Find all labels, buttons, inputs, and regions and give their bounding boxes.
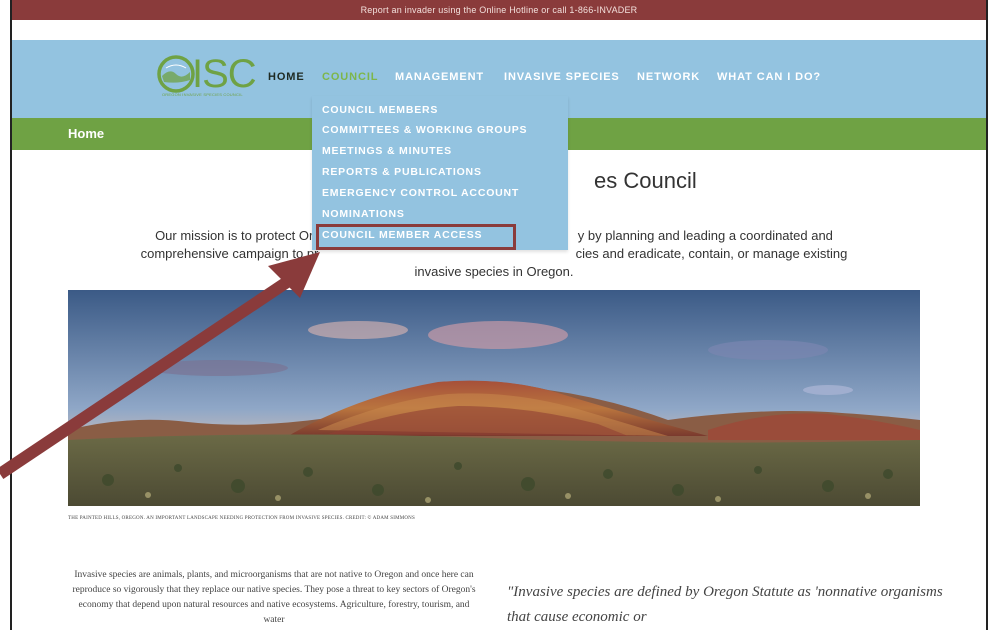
dropdown-item-committees[interactable]: COMMITTEES & WORKING GROUPS: [322, 124, 527, 136]
hero-image-painted-hills: [68, 290, 920, 506]
statute-quote: "Invasive species are defined by Oregon …: [507, 584, 943, 625]
dropdown-item-meetings[interactable]: MEETINGS & MINUTES: [322, 145, 452, 157]
nav-item-home[interactable]: HOME: [268, 71, 305, 83]
globe-logo-icon: [157, 55, 195, 93]
nav-item-council[interactable]: COUNCIL: [322, 71, 378, 83]
mission-line-2b: cies and eradicate, contain, or manage e…: [575, 246, 848, 261]
alert-banner[interactable]: Report an invader using the Online Hotli…: [10, 0, 988, 20]
breadcrumb-home[interactable]: Home: [68, 126, 104, 141]
landscape-photo: [68, 290, 920, 506]
nav-item-management[interactable]: MANAGEMENT: [395, 71, 484, 83]
dropdown-item-nominations[interactable]: NOMINATIONS: [322, 208, 405, 220]
highlight-box: [316, 224, 516, 250]
page-title: es Council: [594, 168, 697, 193]
dropdown-item-council-members[interactable]: COUNCIL MEMBERS: [322, 104, 438, 116]
nav-item-invasive-species[interactable]: INVASIVE SPECIES: [504, 71, 620, 83]
nav-item-network[interactable]: NETWORK: [637, 71, 700, 83]
logo-text: ISC: [192, 52, 257, 96]
mission-line-2a: comprehensive campaign to pr: [140, 246, 319, 261]
mission-line-3: invasive species in Oregon.: [414, 264, 574, 279]
header-spacer: [10, 20, 988, 40]
dropdown-item-reports[interactable]: REPORTS & PUBLICATIONS: [322, 166, 482, 178]
image-caption: THE PAINTED HILLS, OREGON. AN IMPORTANT …: [68, 516, 415, 521]
nav-item-what-can-i-do[interactable]: WHAT CAN I DO?: [717, 71, 821, 83]
logo-tagline: OREGON INVASIVE SPECIES COUNCIL: [162, 92, 243, 97]
site-logo[interactable]: ISC OREGON INVASIVE SPECIES COUNCIL: [156, 52, 268, 100]
alert-banner-text[interactable]: Report an invader using the Online Hotli…: [361, 5, 638, 15]
intro-paragraph: Invasive species are animals, plants, an…: [72, 570, 476, 625]
dropdown-item-emergency-control[interactable]: EMERGENCY CONTROL ACCOUNT: [322, 187, 519, 199]
mission-line-1b: y by planning and leading a coordinated …: [577, 228, 833, 243]
browser-window: Report an invader using the Online Hotli…: [10, 0, 988, 630]
frame-border-left: [10, 0, 12, 630]
mission-line-1a: Our mission is to protect Ore: [155, 228, 321, 243]
